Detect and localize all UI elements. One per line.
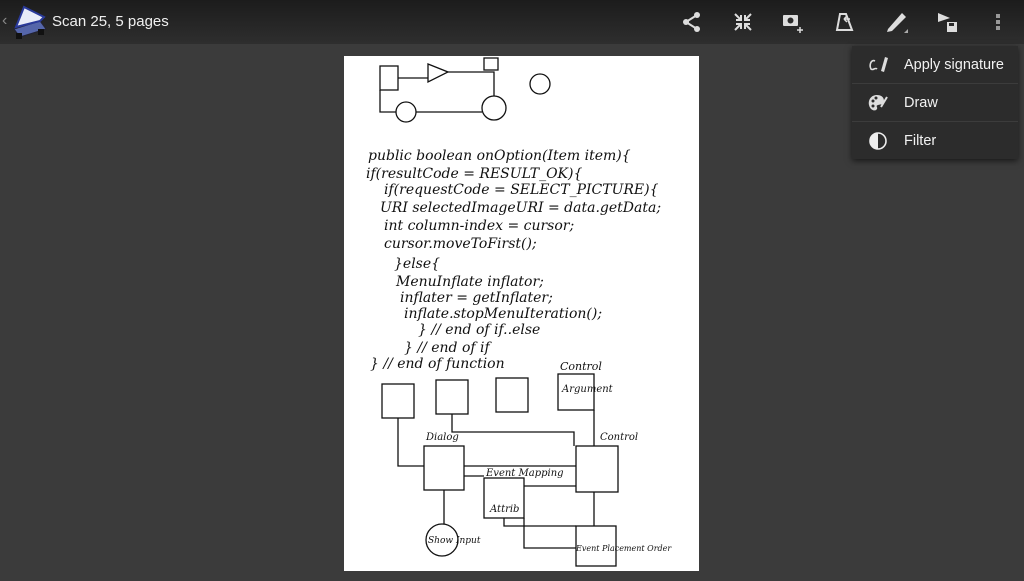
diagram-label: Attrib xyxy=(490,504,520,515)
add-photo-icon xyxy=(783,15,803,33)
handwritten-line: if(requestCode = SELECT_PICTURE){ xyxy=(384,182,659,198)
handwritten-line: int column-index = cursor; xyxy=(384,218,575,234)
handwritten-line: }else{ xyxy=(394,256,441,272)
handwritten-line: } // end of function xyxy=(370,356,505,372)
contrast-icon xyxy=(852,131,904,151)
handwritten-line: if(resultCode = RESULT_OK){ xyxy=(366,166,583,182)
send-save-icon xyxy=(938,13,957,32)
edit-button[interactable] xyxy=(883,8,911,36)
action-bar: ‹ Scan 25, 5 pages xyxy=(0,0,1024,44)
diagram-label: Event Mapping xyxy=(486,468,564,479)
handwritten-line: URI selectedImageURI = data.getData; xyxy=(380,200,662,216)
handwritten-line: inflate.stopMenuIteration(); xyxy=(404,306,603,322)
share-button[interactable] xyxy=(678,8,706,36)
menu-item-apply-signature[interactable]: Apply signature xyxy=(852,46,1018,84)
chevron-left-icon[interactable]: ‹ xyxy=(2,12,7,30)
pencil-icon xyxy=(887,13,908,33)
share-icon xyxy=(683,12,700,32)
diagram-label: Argument xyxy=(562,384,613,395)
menu-item-filter[interactable]: Filter xyxy=(852,122,1018,159)
crop-icon xyxy=(835,13,854,31)
diagram-label: Control xyxy=(560,360,602,373)
collapse-icon xyxy=(734,13,752,31)
menu-item-label: Apply signature xyxy=(904,56,1004,73)
signature-icon xyxy=(852,55,904,75)
diagram-label: Event Placement Order xyxy=(576,544,672,553)
diagram-label: Show Input xyxy=(428,536,481,546)
handwritten-line: } // end of if..else xyxy=(418,322,541,338)
diagram-label: Dialog xyxy=(426,432,459,443)
overflow-menu: Apply signature Draw Filter xyxy=(852,46,1018,159)
handwritten-line: } // end of if xyxy=(404,340,490,356)
menu-item-label: Filter xyxy=(904,132,937,149)
diagram-label: Control xyxy=(600,432,639,443)
more-options-button[interactable] xyxy=(984,8,1012,36)
handwritten-line: cursor.moveToFirst(); xyxy=(384,236,537,252)
crop-button[interactable] xyxy=(831,8,859,36)
handwritten-line: inflater = getInflater; xyxy=(400,290,553,306)
scanned-page[interactable]: public boolean onOption(Item item){ if(r… xyxy=(344,56,699,571)
handwritten-line: public boolean onOption(Item item){ xyxy=(368,148,631,164)
handwritten-line: MenuInflate inflator; xyxy=(396,274,544,290)
palette-icon xyxy=(852,93,904,113)
collapse-button[interactable] xyxy=(729,8,757,36)
page-title: Scan 25, 5 pages xyxy=(52,13,169,30)
menu-item-draw[interactable]: Draw xyxy=(852,84,1018,122)
add-photo-button[interactable] xyxy=(779,8,807,36)
send-save-button[interactable] xyxy=(934,8,962,36)
scanner-icon[interactable] xyxy=(10,3,48,41)
menu-item-label: Draw xyxy=(904,94,938,111)
more-vert-icon xyxy=(996,14,1000,30)
